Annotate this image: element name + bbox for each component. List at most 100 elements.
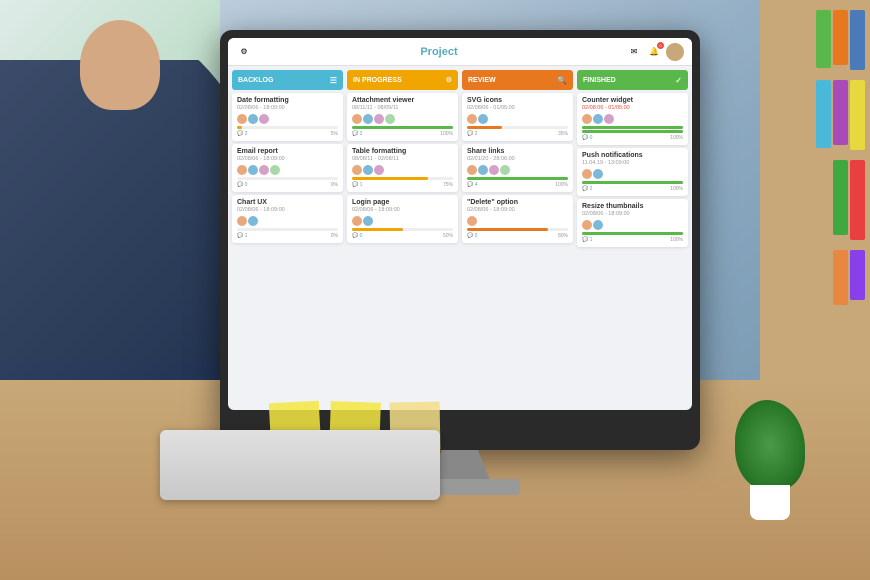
avatar (248, 216, 258, 226)
msg-count: 💬 1 (352, 182, 362, 188)
avatars-row (582, 220, 683, 230)
avatar (248, 165, 258, 175)
col-header-inprogress: IN PROGRESS ⚙ (347, 70, 458, 90)
avatars-row (352, 165, 453, 175)
progress-bg-2 (582, 130, 683, 133)
progress-fill (582, 126, 683, 129)
avatar (352, 165, 362, 175)
avatar (582, 169, 592, 179)
msg-count: 💬 0 (237, 182, 247, 188)
card-footer: 💬 0 100% (582, 135, 683, 141)
avatar (582, 220, 592, 230)
task-title: Email report (237, 148, 338, 155)
col-label-backlog: BACKLOG (238, 77, 273, 84)
card-footer: 💬 2 100% (582, 186, 683, 192)
col-header-review: REVIEW 🔍 (462, 70, 573, 90)
progress-bg (582, 181, 683, 184)
avatar (489, 165, 499, 175)
task-title: Resize thumbnails (582, 203, 683, 210)
progress-label: 50% (443, 233, 453, 239)
user-avatar[interactable] (666, 43, 684, 61)
progress-label: 80% (558, 233, 568, 239)
progress-bg (467, 126, 568, 129)
card-footer: 💬 1 75% (352, 182, 453, 188)
avatars-row (352, 216, 453, 226)
progress-fill (582, 232, 683, 235)
card-footer: 💬 2 35% (467, 131, 568, 137)
progress-bg (467, 228, 568, 231)
app-title: Project (252, 46, 626, 58)
avatar (352, 114, 362, 124)
progress-bg (237, 126, 338, 129)
avatar (237, 165, 247, 175)
task-card: "Delete" option 02/08/06 - 18:09:00 💬 0 (462, 195, 573, 243)
progress-fill (237, 126, 242, 129)
avatars-row (582, 169, 683, 179)
monitor: ⚙ Project ✉ 🔔 0 (220, 30, 700, 450)
progress-fill (352, 126, 453, 129)
card-footer: 💬 1 100% (582, 237, 683, 243)
avatar (478, 114, 488, 124)
progress-fill (352, 177, 428, 180)
task-date: 02/08:06 - 01/05:00 (582, 105, 683, 111)
card-footer: 💬 3 100% (352, 131, 453, 137)
progress-label: 100% (670, 135, 683, 141)
col-label-finished: FINISHED (583, 77, 616, 84)
avatar (593, 114, 603, 124)
progress-fill (582, 181, 683, 184)
task-card: Counter widget 02/08:06 - 01/05:00 (577, 93, 688, 145)
avatars-row (352, 114, 453, 124)
task-date: 08/08/11 - 02/08/11 (352, 156, 453, 162)
progress-label: 35% (558, 131, 568, 137)
col-header-backlog: BACKLOG ☰ (232, 70, 343, 90)
avatars-row (237, 114, 338, 124)
task-title: SVG icons (467, 97, 568, 104)
progress-label: 75% (443, 182, 453, 188)
col-label-inprogress: IN PROGRESS (353, 77, 402, 84)
monitor-screen: ⚙ Project ✉ 🔔 0 (228, 38, 692, 410)
msg-count: 💬 0 (467, 233, 477, 239)
progress-bg (352, 126, 453, 129)
progress-label: 0% (331, 182, 338, 188)
progress-bg (352, 177, 453, 180)
progress-bg (582, 232, 683, 235)
task-card: SVG icons 02/08/06 - 01/05:00 (462, 93, 573, 141)
task-title: Chart UX (237, 199, 338, 206)
progress-label: 100% (670, 186, 683, 192)
progress-fill (467, 177, 568, 180)
avatars-row (237, 216, 338, 226)
task-title: Table formatting (352, 148, 453, 155)
bell-icon[interactable]: 🔔 0 (646, 44, 662, 60)
card-footer: 💬 0 0% (237, 182, 338, 188)
avatars-row (467, 216, 568, 226)
person-head (80, 20, 160, 110)
msg-count: 💬 1 (582, 237, 592, 243)
avatar (467, 114, 477, 124)
col-label-review: REVIEW (468, 77, 496, 84)
avatar (478, 165, 488, 175)
task-date: 02/08/06 - 18:09:00 (237, 156, 338, 162)
task-title: Date formatting (237, 97, 338, 104)
avatar (467, 165, 477, 175)
progress-fill-2 (582, 130, 683, 133)
mail-icon[interactable]: ✉ (626, 44, 642, 60)
backlog-icon: ☰ (330, 76, 337, 85)
progress-label: 5% (331, 131, 338, 137)
col-inprogress: IN PROGRESS ⚙ Attachment viewer 08/11/11… (347, 70, 458, 406)
task-card: Resize thumbnails 02/08/06 - 18:09:00 (577, 199, 688, 247)
header-icons: ✉ 🔔 0 (626, 43, 684, 61)
settings-left-icon[interactable]: ⚙ (236, 44, 252, 60)
progress-label: 100% (440, 131, 453, 137)
avatars-row (582, 114, 683, 124)
avatar (363, 216, 373, 226)
finished-icon: ✓ (675, 76, 682, 85)
avatar (582, 114, 592, 124)
review-icon: 🔍 (557, 76, 567, 85)
plant (730, 400, 810, 520)
task-card: Table formatting 08/08/11 - 02/08/11 (347, 144, 458, 192)
keyboard[interactable] (160, 430, 440, 500)
app-ui: ⚙ Project ✉ 🔔 0 (228, 38, 692, 410)
col-header-finished: FINISHED ✓ (577, 70, 688, 90)
col-finished: FINISHED ✓ Counter widget 02/08:06 - 01/… (577, 70, 688, 406)
msg-count: 💬 1 (237, 233, 247, 239)
